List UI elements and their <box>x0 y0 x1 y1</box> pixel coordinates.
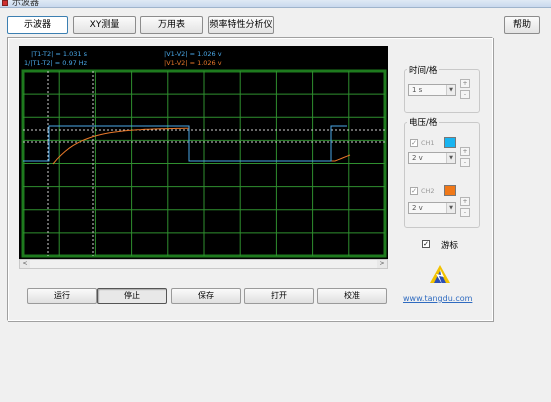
horizontal-scrollbar[interactable]: < > <box>19 259 388 269</box>
oscilloscope-screen[interactable]: |T1-T2| = 1.031 s 1/|T1-T2| = 0.97 Hz |V… <box>19 46 388 259</box>
ch1-up-button[interactable]: + <box>460 147 470 156</box>
ch2-up-button[interactable]: + <box>460 197 470 206</box>
chevron-down-icon[interactable]: ▼ <box>446 85 455 95</box>
tab-xy-measure[interactable]: XY测量 <box>73 16 136 34</box>
ch1-checkbox[interactable]: ✓ <box>410 139 418 147</box>
time-up-button[interactable]: + <box>460 79 470 88</box>
save-button[interactable]: 保存 <box>171 288 241 304</box>
tab-frequency-analyzer[interactable]: 频率特性分析仪 <box>208 16 274 34</box>
time-per-div-value: 1 s <box>412 86 423 94</box>
app-icon <box>2 0 8 6</box>
chevron-down-icon[interactable]: ▼ <box>446 153 455 163</box>
window-title: 示波器 <box>12 0 40 8</box>
ch1-color-swatch[interactable] <box>444 137 456 148</box>
website-link[interactable]: www.tangdu.com <box>403 294 472 303</box>
ch2-trace <box>52 127 351 165</box>
scroll-left-icon[interactable]: < <box>20 260 30 268</box>
help-button[interactable]: 帮助 <box>504 16 540 34</box>
ch1-volt-value: 2 v <box>412 154 423 162</box>
tangdu-logo-icon <box>430 265 450 284</box>
ch2-voltage-diff-readout: |V1-V2| = 1.026 v <box>164 59 222 67</box>
cursor-label: 游标 <box>441 241 459 251</box>
ch1-volt-select[interactable]: 2 v ▼ <box>408 152 456 164</box>
calibrate-button[interactable]: 校准 <box>317 288 387 304</box>
time-per-div-label: 时间/格 <box>407 64 440 76</box>
time-per-div-select[interactable]: 1 s ▼ <box>408 84 456 96</box>
scroll-right-icon[interactable]: > <box>377 260 387 268</box>
stop-button[interactable]: 停止 <box>97 288 167 304</box>
chevron-down-icon[interactable]: ▼ <box>446 203 455 213</box>
time-diff-readout: |T1-T2| = 1.031 s <box>31 50 87 58</box>
ch2-label: CH2 <box>421 187 435 195</box>
ch2-color-swatch[interactable] <box>444 185 456 196</box>
ch1-label: CH1 <box>421 139 435 147</box>
ch2-down-button[interactable]: - <box>460 208 470 217</box>
freq-readout: 1/|T1-T2| = 0.97 Hz <box>24 59 88 67</box>
tab-oscilloscope[interactable]: 示波器 <box>7 16 68 34</box>
title-bar: 示波器 <box>0 0 551 8</box>
ch2-checkbox[interactable]: ✓ <box>410 187 418 195</box>
scope-graph <box>21 69 387 258</box>
ch1-down-button[interactable]: - <box>460 158 470 167</box>
open-button[interactable]: 打开 <box>244 288 314 304</box>
tab-multimeter[interactable]: 万用表 <box>140 16 203 34</box>
ch2-volt-select[interactable]: 2 v ▼ <box>408 202 456 214</box>
ch1-voltage-diff-readout: |V1-V2| = 1.026 v <box>164 50 222 58</box>
volt-per-div-label: 电压/格 <box>407 116 440 128</box>
run-button[interactable]: 运行 <box>27 288 97 304</box>
cursor-checkbox[interactable]: ✓ <box>422 240 430 248</box>
ch2-volt-value: 2 v <box>412 204 423 212</box>
time-down-button[interactable]: - <box>460 90 470 99</box>
ch1-trace <box>23 125 347 162</box>
